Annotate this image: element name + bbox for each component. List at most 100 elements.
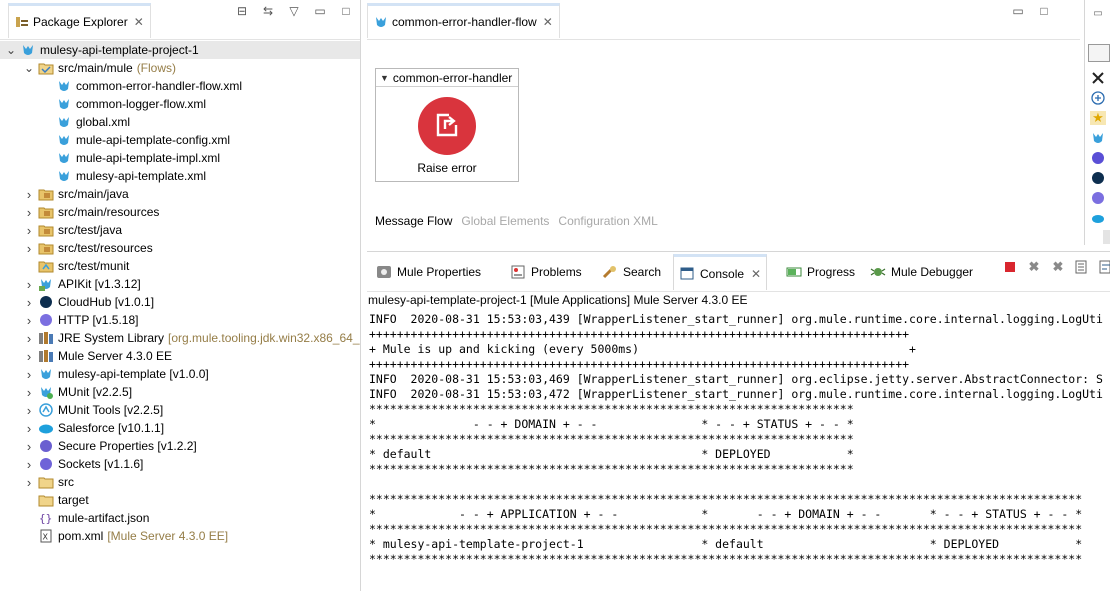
tree-item[interactable]: common-error-handler-flow.xml	[0, 77, 360, 95]
tab-mule-properties[interactable]: Mule Properties	[376, 254, 481, 290]
collapsed-chevron-icon[interactable]: ›	[22, 385, 36, 400]
collapsed-chevron-icon[interactable]: ›	[22, 457, 36, 472]
remove-all-terminated-icon[interactable]: ✖	[1049, 258, 1067, 276]
cloudhub-icon[interactable]	[1090, 171, 1106, 185]
tab-progress[interactable]: Progress	[786, 254, 855, 290]
mule-core-icon[interactable]	[1090, 131, 1106, 145]
mule-config-file-icon	[38, 366, 54, 382]
tree-item[interactable]: › src/main/resources	[0, 203, 360, 221]
http-connector-icon[interactable]	[1090, 191, 1106, 205]
collapsed-chevron-icon[interactable]: ›	[22, 223, 36, 238]
apikit-icon[interactable]	[1090, 151, 1106, 165]
tree-item[interactable]: mulesy-api-template.xml	[0, 167, 360, 185]
collapsed-chevron-icon[interactable]: ›	[22, 295, 36, 310]
tab-global-elements[interactable]: Global Elements	[461, 214, 549, 228]
tree-item[interactable]: › mulesy-api-template [v1.0.0]	[0, 365, 360, 383]
tab-search[interactable]: Search	[602, 254, 661, 290]
console-output[interactable]: INFO 2020-08-31 15:53:03,439 [WrapperLis…	[369, 312, 1110, 591]
collapsed-chevron-icon[interactable]: ›	[22, 277, 36, 292]
favorites-icon[interactable]: ★	[1090, 111, 1106, 125]
collapsed-chevron-icon[interactable]: ›	[22, 187, 36, 202]
tree-item[interactable]: global.xml	[0, 113, 360, 131]
tree-item[interactable]: src/test/munit	[0, 257, 360, 275]
collapsed-chevron-icon[interactable]: ›	[22, 349, 36, 364]
tree-item[interactable]: › Sockets [v1.1.6]	[0, 455, 360, 473]
remove-launch-icon[interactable]: ✖	[1025, 258, 1043, 276]
mule-config-file-icon	[56, 114, 72, 130]
maximize-icon[interactable]: □	[338, 4, 354, 18]
terminate-icon[interactable]	[1001, 258, 1019, 276]
tree-item[interactable]: mule-api-template-config.xml	[0, 131, 360, 149]
collapsed-chevron-icon[interactable]: ›	[22, 331, 36, 346]
palette-search-input[interactable]	[1088, 44, 1110, 62]
expanded-chevron-icon[interactable]: ⌄	[22, 61, 36, 75]
expanded-chevron-icon[interactable]: ⌄	[4, 43, 18, 57]
maximize-icon[interactable]: □	[1036, 4, 1052, 18]
minimize-icon[interactable]: ▭	[312, 4, 328, 18]
salesforce-icon[interactable]	[1090, 211, 1106, 225]
link-with-editor-icon[interactable]: ⇆	[260, 4, 276, 18]
collapsed-chevron-icon[interactable]: ›	[22, 403, 36, 418]
tree-item-label: mule-api-template-impl.xml	[76, 151, 221, 165]
tree-item-label: common-error-handler-flow.xml	[76, 79, 243, 93]
tree-item[interactable]: mule-api-template-impl.xml	[0, 149, 360, 167]
tree-item[interactable]: › MUnit [v2.2.5]	[0, 383, 360, 401]
tab-mule-debugger[interactable]: Mule Debugger	[870, 254, 973, 290]
flow-header[interactable]: ▼ common-error-handler	[376, 69, 518, 87]
add-module-icon[interactable]	[1090, 91, 1106, 105]
tab-configuration-xml[interactable]: Configuration XML	[558, 214, 657, 228]
tree-item[interactable]: › HTTP [v1.5.18]	[0, 311, 360, 329]
tree-item[interactable]: › Secure Properties [v1.2.2]	[0, 437, 360, 455]
close-icon[interactable]: ✕	[751, 267, 761, 281]
package-folder-icon	[38, 240, 54, 256]
tree-item[interactable]: › MUnit Tools [v2.2.5]	[0, 401, 360, 419]
collapsed-chevron-icon[interactable]: ›	[22, 439, 36, 454]
collapse-triangle-icon[interactable]: ▼	[380, 73, 389, 83]
tree-item[interactable]: › src/test/resources	[0, 239, 360, 257]
word-wrap-icon[interactable]	[1097, 258, 1110, 276]
close-icon[interactable]: ✕	[134, 15, 144, 29]
editor-subtabs: Message Flow Global Elements Configurati…	[375, 214, 658, 228]
view-menu-icon[interactable]: ▽	[286, 4, 302, 18]
scrollbar[interactable]	[1103, 230, 1110, 244]
collapse-all-icon[interactable]: ⊟	[234, 4, 250, 18]
tree-item-decoration: [Mule Server 4.3.0 EE]	[107, 529, 229, 543]
collapsed-chevron-icon[interactable]: ›	[22, 241, 36, 256]
tab-console[interactable]: Console ✕	[673, 254, 768, 290]
tab-label: Mule Debugger	[891, 265, 974, 279]
tab-problems[interactable]: Problems	[510, 254, 582, 290]
collapsed-chevron-icon[interactable]: ›	[22, 313, 36, 328]
collapsed-chevron-icon[interactable]: ›	[22, 421, 36, 436]
tree-item[interactable]: ⌄ mulesy-api-template-project-1	[0, 41, 360, 59]
tree-item[interactable]: common-logger-flow.xml	[0, 95, 360, 113]
tree-item[interactable]: › src/main/java	[0, 185, 360, 203]
tree-item[interactable]: › JRE System Library [org.mule.tooling.jdk…	[0, 329, 360, 347]
close-icon[interactable]: ✕	[543, 15, 553, 29]
tree-item[interactable]: Xpom.xml [Mule Server 4.3.0 EE]	[0, 527, 360, 545]
collapsed-chevron-icon[interactable]: ›	[22, 475, 36, 490]
tree-item[interactable]: › src	[0, 473, 360, 491]
tree-item[interactable]: › CloudHub [v1.0.1]	[0, 293, 360, 311]
package-explorer-title: Package Explorer	[33, 15, 128, 29]
tab-common-error-handler-flow[interactable]: common-error-handler-flow ✕	[367, 3, 560, 38]
mule-palette-strip: ▭ ★	[1084, 0, 1110, 245]
munit-folder-icon	[38, 258, 54, 274]
tree-item[interactable]: {} mule-artifact.json	[0, 509, 360, 527]
collapsed-chevron-icon[interactable]: ›	[22, 367, 36, 382]
raise-error-component[interactable]	[418, 97, 476, 155]
minimize-icon[interactable]: ▭	[1010, 4, 1026, 18]
tab-message-flow[interactable]: Message Flow	[375, 214, 452, 228]
tree-item[interactable]: › src/test/java	[0, 221, 360, 239]
collapsed-chevron-icon[interactable]: ›	[22, 205, 36, 220]
scroll-lock-icon[interactable]	[1073, 258, 1091, 276]
tree-item[interactable]: › Mule Server 4.3.0 EE	[0, 347, 360, 365]
all-modules-icon[interactable]	[1090, 71, 1106, 85]
tree-item[interactable]: › Salesforce [v10.1.1]	[0, 419, 360, 437]
console-line: * default * DEPLOYED *	[369, 447, 854, 461]
tree-item[interactable]: › APIKit [v1.3.12]	[0, 275, 360, 293]
minimize-icon[interactable]: ▭	[1090, 6, 1106, 20]
tree-item[interactable]: target	[0, 491, 360, 509]
tab-package-explorer[interactable]: Package Explorer ✕	[8, 3, 151, 38]
flow-container[interactable]: ▼ common-error-handler Raise error	[375, 68, 519, 182]
tree-item[interactable]: ⌄ src/main/mule (Flows)	[0, 59, 360, 77]
